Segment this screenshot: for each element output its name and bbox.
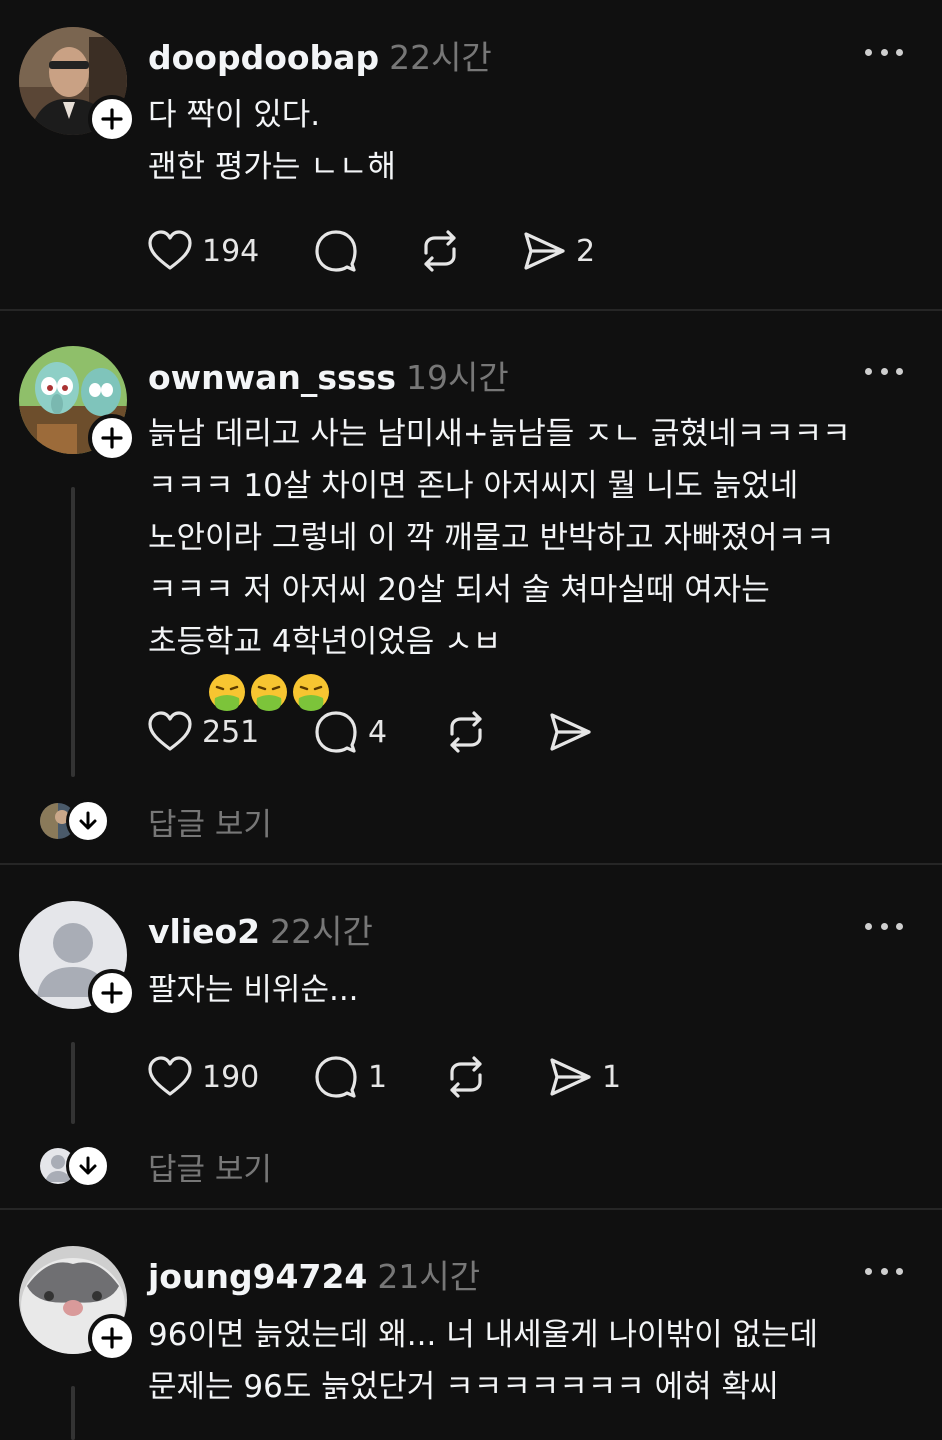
post-doopdoobap: doopdoobap 22시간 다 짝이 있다. 괜한 평가는 ㄴㄴ해 194 2: [0, 0, 942, 310]
send-icon: [524, 232, 565, 270]
username-text[interactable]: joung94724: [148, 1257, 367, 1296]
more-options-button[interactable]: [860, 916, 908, 936]
comment-count: 1: [368, 1059, 388, 1095]
heart-icon: [148, 711, 192, 751]
thread-line: [71, 1386, 75, 1440]
plus-icon: [101, 427, 123, 449]
like-count: 194: [202, 233, 260, 269]
send-icon: [550, 1058, 591, 1096]
plus-icon: [101, 1327, 123, 1349]
share-button[interactable]: [548, 710, 592, 754]
username-text[interactable]: ownwan_ssss: [148, 358, 396, 397]
view-replies-link[interactable]: 답글 보기: [148, 1144, 272, 1189]
follow-button[interactable]: [88, 1314, 136, 1362]
send-icon: [550, 713, 591, 751]
username[interactable]: joung94724 21시간: [148, 1250, 480, 1298]
arrow-down-icon: [79, 1156, 97, 1175]
like-count: 251: [202, 714, 260, 750]
thread-line: [71, 1042, 75, 1124]
more-dots-icon: [865, 1267, 872, 1275]
view-replies-row[interactable]: 답글 보기: [40, 799, 272, 843]
post-joung94724: joung94724 21시간 96이면 늙었는데 왜... 너 내세울게 나이밖…: [0, 1210, 942, 1440]
more-dots-icon: [865, 922, 872, 930]
repost-button[interactable]: [418, 229, 522, 273]
like-button[interactable]: 190: [148, 1055, 314, 1099]
more-options-button[interactable]: [860, 1261, 908, 1281]
more-options-button[interactable]: [860, 361, 908, 381]
plus-icon: [101, 108, 123, 130]
more-dots-icon: [865, 367, 872, 375]
share-button[interactable]: 2: [522, 229, 595, 273]
like-count: 190: [202, 1059, 260, 1095]
reply-avatars: [40, 1144, 140, 1188]
post-text-content: 늙남 데리고 사는 남미새+늙남들 ㅈㄴ 긁혔네ㅋㅋㅋㅋ ㅋㅋㅋ 10살 차이면…: [148, 416, 851, 660]
username[interactable]: ownwan_ssss 19시간: [148, 351, 509, 399]
view-replies-link[interactable]: 답글 보기: [148, 799, 272, 844]
username-text[interactable]: vlieo2: [148, 912, 260, 951]
like-button[interactable]: 194: [148, 229, 314, 273]
post-text: 팔자는 비위순...: [148, 972, 359, 1008]
share-count: 1: [602, 1059, 622, 1095]
plus-icon: [101, 982, 123, 1004]
more-options-button[interactable]: [860, 42, 908, 62]
comment-bubble-icon: [315, 230, 357, 272]
post-time: 19시간: [405, 358, 509, 397]
share-count: 2: [576, 233, 596, 269]
comment-count: 4: [368, 714, 388, 750]
expand-replies-button[interactable]: [66, 799, 110, 843]
follow-button[interactable]: [88, 414, 136, 462]
follow-button[interactable]: [88, 95, 136, 143]
username[interactable]: vlieo2 22시간: [148, 905, 373, 953]
action-bar: 190 1 1: [148, 1055, 621, 1099]
username[interactable]: doopdoobap 22시간: [148, 31, 492, 79]
comment-button[interactable]: [314, 229, 418, 273]
post-time: 22시간: [389, 38, 492, 77]
comment-bubble-icon: [315, 711, 357, 753]
post-time: 22시간: [270, 912, 373, 951]
arrow-down-icon: [79, 811, 97, 830]
like-button[interactable]: 251: [148, 710, 314, 754]
follow-button[interactable]: [88, 969, 136, 1017]
thread-line: [71, 487, 75, 777]
repost-icon: [450, 1056, 482, 1098]
repost-button[interactable]: [444, 710, 548, 754]
repost-icon: [424, 230, 456, 272]
post-ownwan_ssss: ownwan_ssss 19시간 늙남 데리고 사는 남미새+늙남들 ㅈㄴ 긁혔네…: [0, 311, 942, 863]
comment-button[interactable]: 4: [314, 710, 444, 754]
username-text[interactable]: doopdoobap: [148, 38, 379, 77]
more-dots-icon: [865, 48, 872, 56]
expand-replies-button[interactable]: [66, 1144, 110, 1188]
post-time: 21시간: [377, 1257, 481, 1296]
post-text: 96이면 늙었는데 왜... 너 내세울게 나이밖이 없는데 문제는 96도 늙…: [148, 1317, 819, 1405]
heart-icon: [148, 1056, 192, 1096]
post-vlieo2: vlieo2 22시간 팔자는 비위순... 190 1 1 답글 보기: [0, 865, 942, 1208]
repost-icon: [450, 711, 482, 753]
action-bar: 251 4: [148, 710, 592, 754]
comment-bubble-icon: [315, 1056, 357, 1098]
comment-button[interactable]: 1: [314, 1055, 444, 1099]
post-text: 다 짝이 있다. 괜한 평가는 ㄴㄴ해: [148, 97, 396, 185]
reply-avatars: [40, 799, 140, 843]
share-button[interactable]: 1: [548, 1055, 621, 1099]
heart-icon: [148, 230, 192, 270]
repost-button[interactable]: [444, 1055, 548, 1099]
view-replies-row[interactable]: 답글 보기: [40, 1144, 272, 1188]
action-bar: 194 2: [148, 229, 595, 273]
